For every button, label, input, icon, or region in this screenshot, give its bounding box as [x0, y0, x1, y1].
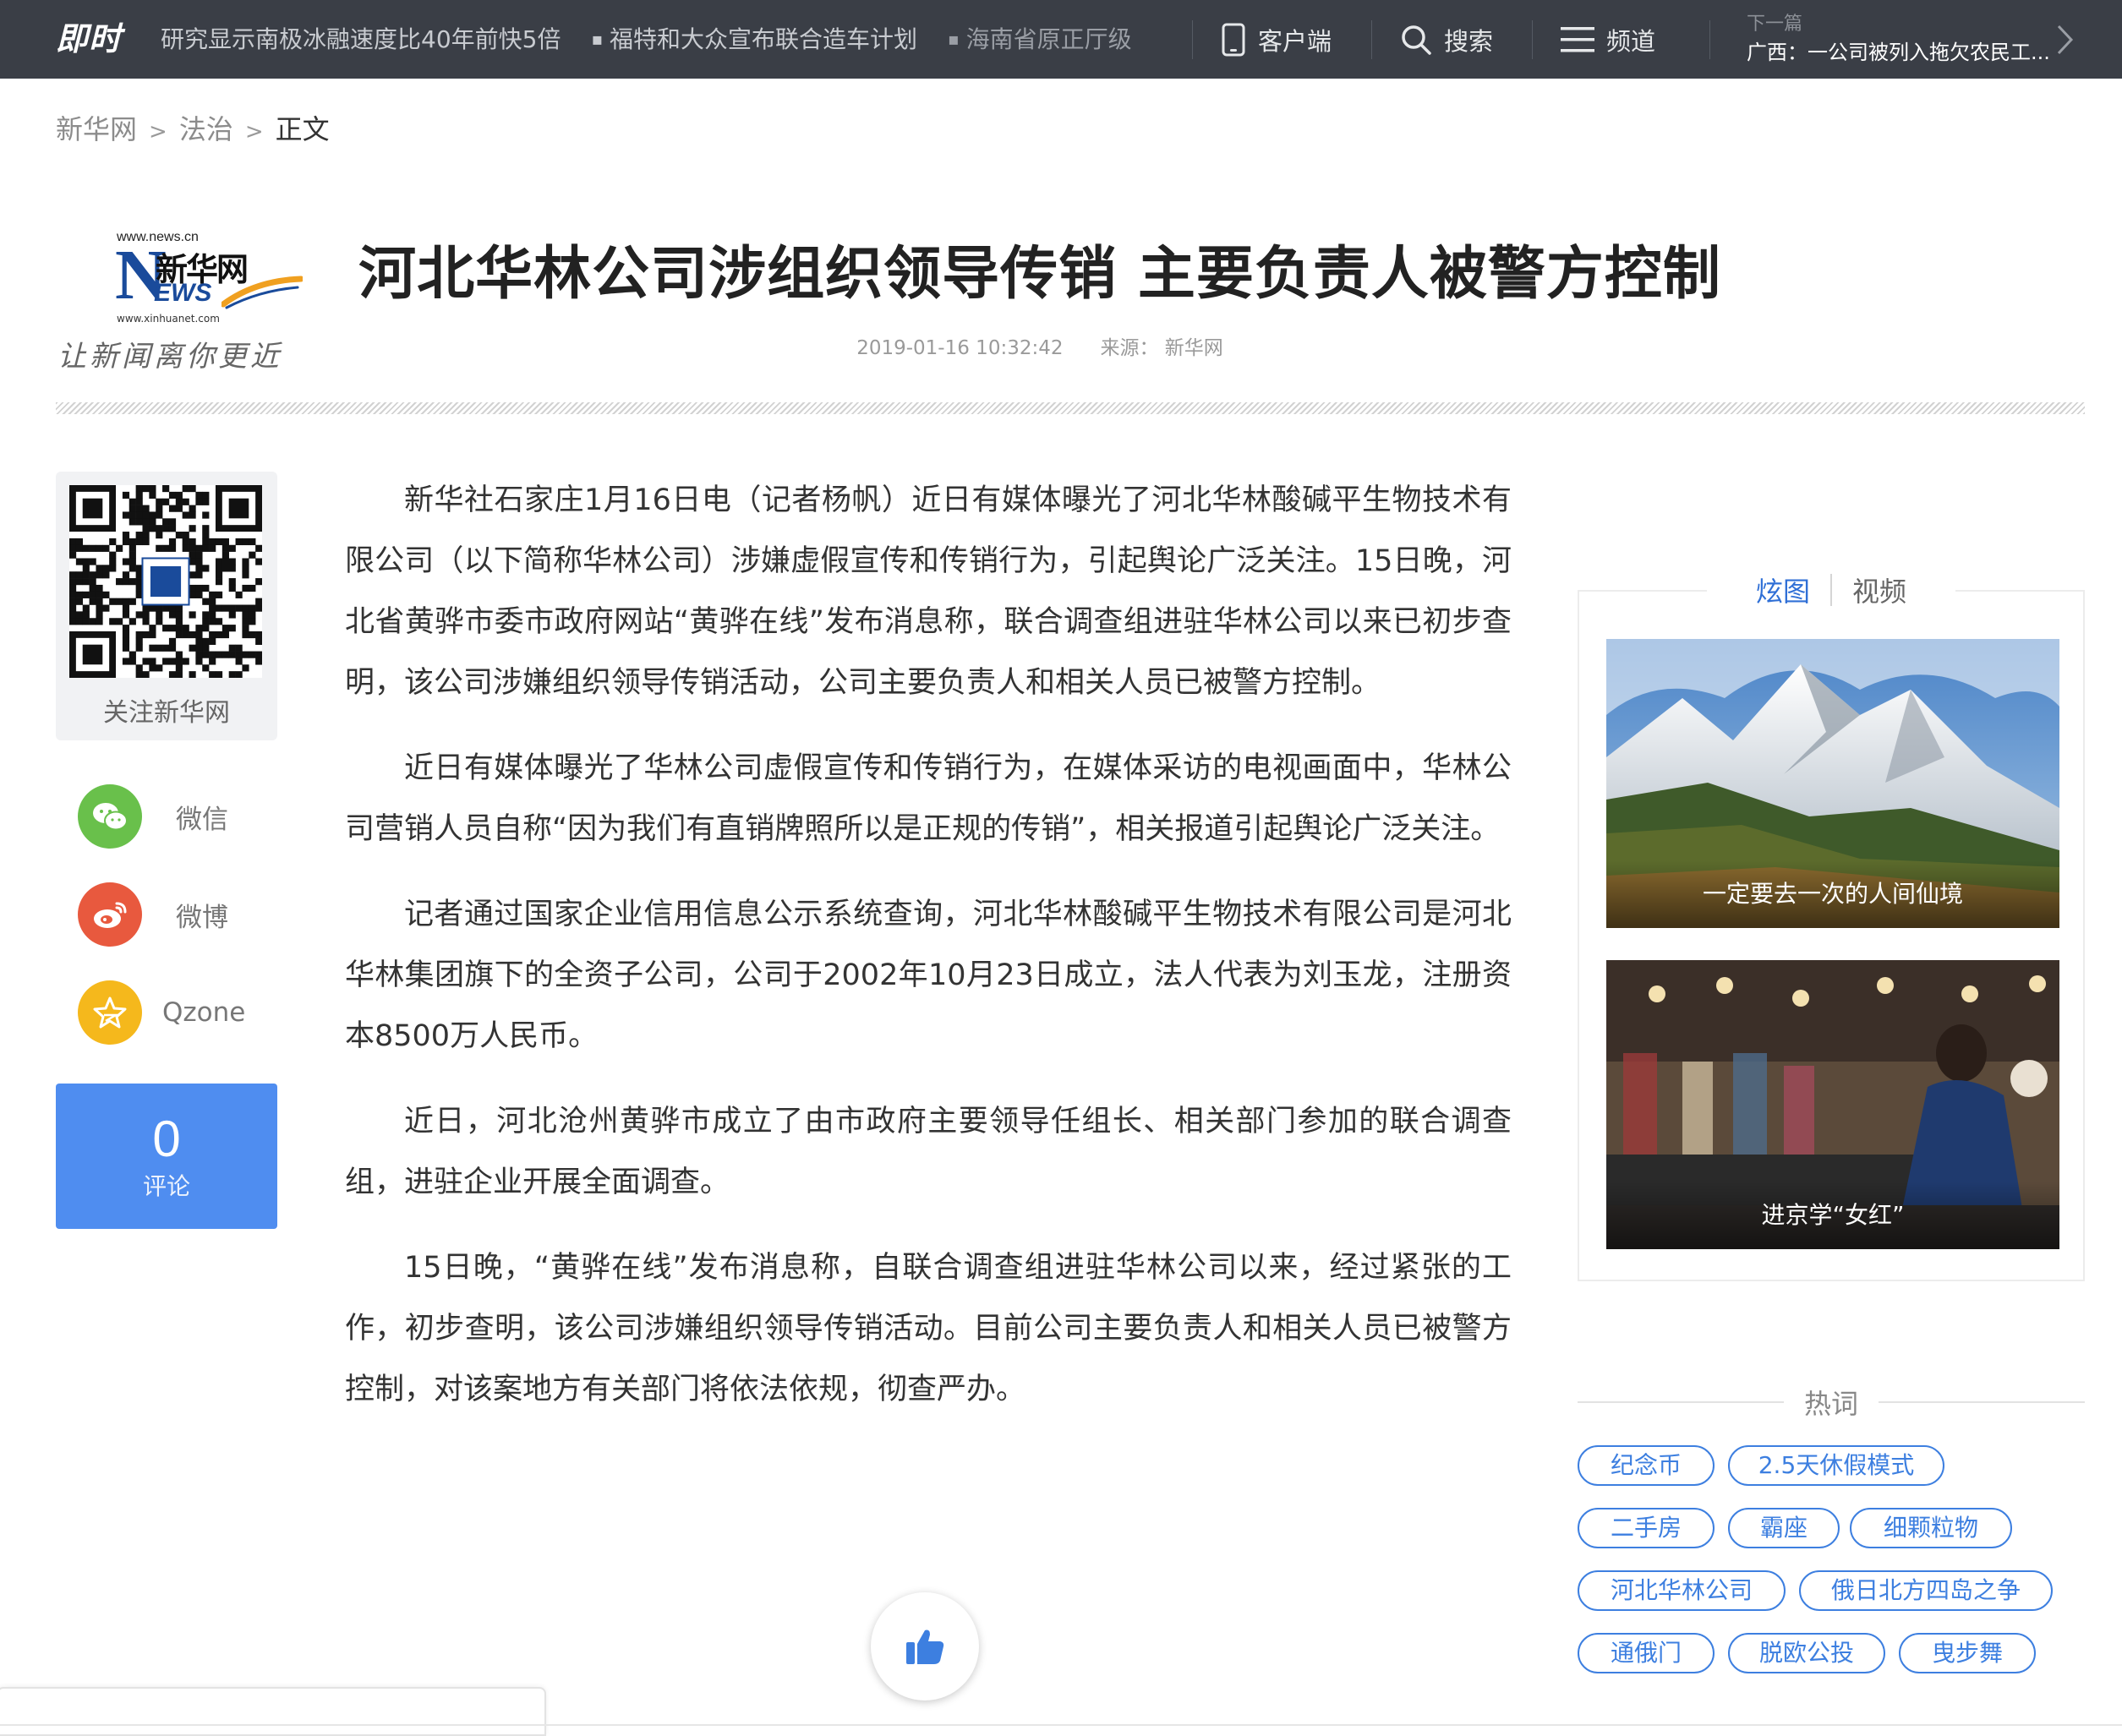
- xinhua-logo[interactable]: www.news.cn N 新华网 EWS www.xinhuanet.com …: [56, 228, 303, 374]
- hot-tag[interactable]: 脱欧公投: [1728, 1633, 1885, 1673]
- article-paragraph: 新华社石家庄1月16日电（记者杨帆）近日有媒体曝光了河北华林酸碱平生物技术有限公…: [345, 483, 1512, 700]
- hot-tag[interactable]: 通俄门: [1578, 1633, 1715, 1673]
- channel-button[interactable]: 频道: [1561, 0, 1655, 79]
- hot-tag[interactable]: 细颗粒物: [1850, 1508, 2012, 1548]
- hot-tag[interactable]: 河北华林公司: [1578, 1570, 1786, 1611]
- weibo-label: 微博: [176, 902, 228, 933]
- article-title: 河北华林公司涉组织领导传销 主要负责人被警方控制: [358, 241, 1721, 308]
- next-article-link[interactable]: 下一篇 广西：一公司被列入拖欠农民工...: [1747, 12, 2068, 71]
- breadcrumb: 新华网 > 法治 > 正文: [56, 108, 330, 150]
- ticker-item[interactable]: 福特和大众宣布联合造车计划: [591, 0, 917, 79]
- photo-caption: 一定要去一次的人间仙境: [1606, 860, 2059, 928]
- comment-count: 0: [152, 1111, 181, 1167]
- comment-button[interactable]: 0 评论: [56, 1084, 277, 1229]
- weibo-icon: [78, 882, 142, 947]
- media-tabs: 炫图 视频: [1578, 566, 2085, 614]
- search-icon: [1402, 25, 1431, 55]
- next-label: 下一篇: [1747, 14, 1803, 35]
- article-paragraph: 近日有媒体曝光了华林公司虚假宣传和传销行为，在媒体采访的电视画面中，华林公司营销…: [345, 751, 1512, 846]
- wechat-label: 微信: [176, 804, 228, 835]
- like-button[interactable]: [871, 1592, 979, 1701]
- search-button[interactable]: 搜索: [1400, 0, 1493, 79]
- article-paragraph: 近日，河北沧州黄骅市成立了由市政府主要领导任组长、相关部门参加的联合调查组，进驻…: [345, 1105, 1512, 1199]
- ticker-item[interactable]: 海南省原正厅级: [948, 0, 1132, 79]
- hatched-divider: [56, 402, 2085, 414]
- share-qzone[interactable]: Qzone: [78, 979, 245, 1046]
- hot-tag[interactable]: 2.5天休假模式: [1728, 1445, 1944, 1486]
- article-meta: 2019-01-16 10:32:42 来源： 新华网: [355, 331, 1725, 360]
- hot-tag[interactable]: 霸座: [1728, 1508, 1840, 1548]
- tab-gallery[interactable]: 炫图: [1736, 570, 1830, 609]
- phone-icon: [1222, 23, 1245, 56]
- photo-card[interactable]: 一定要去一次的人间仙境: [1606, 639, 2059, 928]
- channel-label: 频道: [1606, 26, 1656, 56]
- divider: [1879, 1401, 2085, 1403]
- hot-tag[interactable]: 俄日北方四岛之争: [1799, 1570, 2053, 1611]
- hot-tag[interactable]: 纪念币: [1578, 1445, 1715, 1486]
- ticker-item[interactable]: 研究显示南极冰融速度比40年前快5倍: [161, 0, 561, 79]
- wechat-icon: [78, 784, 142, 849]
- article-source: 来源： 新华网: [1100, 337, 1223, 359]
- logo-ews: EWS: [154, 279, 212, 307]
- client-button[interactable]: 客户端: [1221, 0, 1332, 79]
- article-paragraph: 记者通过国家企业信用信息公示系统查询，河北华林酸碱平生物技术有限公司是河北华林集…: [345, 898, 1512, 1053]
- article-paragraph: 15日晚，“黄骅在线”发布消息称，自联合调查组进驻华林公司以来，经过紧张的工作，…: [345, 1251, 1512, 1406]
- breadcrumb-separator: >: [149, 119, 167, 145]
- next-title: 广西：一公司被列入拖欠农民工...: [1747, 41, 2050, 64]
- logo-slogan: 让新闻离你更近: [57, 340, 282, 374]
- photo-card[interactable]: 进京学“女红”: [1606, 960, 2059, 1249]
- menu-icon: [1561, 26, 1594, 52]
- tab-video[interactable]: 视频: [1832, 570, 1927, 609]
- client-label: 客户端: [1258, 26, 1332, 56]
- photo-caption: 进京学“女红”: [1606, 1182, 2059, 1249]
- search-label: 搜索: [1444, 26, 1494, 56]
- chevron-right-icon[interactable]: [2056, 24, 2075, 56]
- divider: [1371, 20, 1372, 59]
- divider: [1578, 1401, 1784, 1403]
- breadcrumb-section[interactable]: 法治: [179, 113, 233, 145]
- divider: [1532, 20, 1533, 59]
- qr-code: [69, 485, 262, 678]
- share-wechat[interactable]: 微信: [78, 783, 228, 850]
- article-body: 新华社石家庄1月16日电（记者杨帆）近日有媒体曝光了河北华林酸碱平生物技术有限公…: [345, 470, 1512, 1444]
- qzone-star-icon: [78, 980, 142, 1045]
- news-ticker: 研究显示南极冰融速度比40年前快5倍福特和大众宣布联合造车计划海南省原正厅级: [161, 0, 1184, 79]
- share-weibo[interactable]: 微博: [78, 881, 228, 948]
- thumbs-up-icon: [906, 1630, 944, 1664]
- article-datetime: 2019-01-16 10:32:42: [856, 337, 1064, 359]
- qzone-label: Qzone: [162, 997, 246, 1028]
- breadcrumb-current: 正文: [275, 113, 330, 145]
- qr-label: 关注新华网: [103, 698, 230, 728]
- comment-label: 评论: [142, 1172, 190, 1200]
- bottom-panel-tab[interactable]: [0, 1687, 546, 1736]
- hot-words-title: 热词: [1803, 1388, 1858, 1420]
- hot-tag[interactable]: 曳步舞: [1899, 1633, 2036, 1673]
- logo-domain: www.xinhuanet.com: [117, 313, 220, 325]
- hot-tag[interactable]: 二手房: [1578, 1508, 1715, 1548]
- logo-swoosh: [221, 276, 303, 309]
- divider: [1192, 20, 1193, 59]
- jishi-logo[interactable]: 即时: [56, 17, 122, 61]
- divider: [1709, 20, 1710, 59]
- bottom-border: [0, 1724, 2122, 1726]
- breadcrumb-home[interactable]: 新华网: [56, 113, 137, 145]
- breadcrumb-separator: >: [244, 119, 264, 145]
